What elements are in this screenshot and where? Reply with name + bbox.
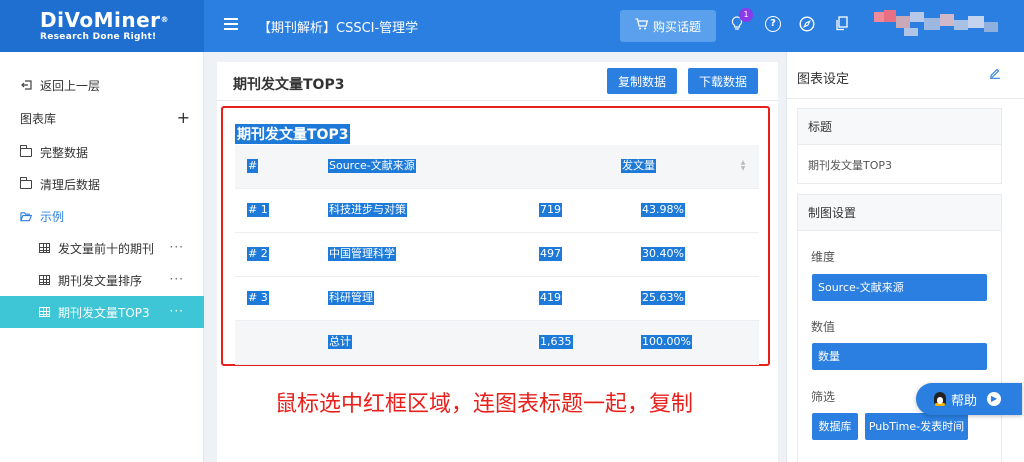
table-cell: 总计	[328, 335, 352, 349]
sidebar: 返回上一层 图表库 + 完整数据 清理后数据 示例 发文量前十的期刊 ··· 期…	[0, 52, 204, 462]
compass-icon[interactable]	[799, 16, 815, 32]
menu-toggle-icon[interactable]	[224, 18, 238, 30]
logo[interactable]: DiVoMiner® Research Done Right!	[0, 0, 204, 52]
sidebar-item-label: 发文量前十的期刊	[58, 241, 155, 256]
more-icon[interactable]: ···	[170, 272, 184, 286]
table-row: # 1 科技进步与对策 719 43.98%	[235, 189, 759, 233]
sort-icon[interactable]: ▲ ▼	[739, 160, 747, 172]
sidebar-chart-top10[interactable]: 发文量前十的期刊 ···	[0, 232, 204, 264]
annotation-note: 鼠标选中红框区域，连图表标题一起，复制	[275, 392, 694, 417]
arrow-right-icon: ▶	[987, 392, 1002, 406]
filter-chip-pubtime[interactable]: PubTime-发表时间	[865, 413, 968, 440]
divider	[217, 100, 778, 101]
title-section: 标题 期刊发文量TOP3	[797, 108, 1002, 184]
add-icon[interactable]: +	[177, 108, 190, 127]
table-cell: # 2	[247, 247, 269, 261]
sidebar-item-label: 期刊发文量TOP3	[58, 305, 150, 320]
title-section-header: 标题	[798, 109, 1001, 145]
table-header-cell[interactable]: 发文量	[621, 159, 656, 173]
folder-icon	[19, 145, 32, 158]
title-value[interactable]: 期刊发文量TOP3	[808, 157, 892, 173]
table-cell: 719	[539, 203, 562, 217]
table-cell: 科研管理	[328, 291, 374, 305]
more-icon[interactable]: ···	[170, 304, 184, 318]
top-bar: DiVoMiner® Research Done Right! 【期刊解析】CS…	[0, 0, 1024, 52]
table-cell: 科技进步与对策	[328, 203, 407, 217]
folder-icon	[19, 177, 32, 190]
settings-title: 图表设定	[797, 72, 850, 87]
table-cell: # 1	[247, 203, 269, 217]
sidebar-item-full-data[interactable]: 完整数据	[0, 136, 204, 168]
dimension-label: 维度	[811, 250, 836, 264]
copy-icon[interactable]	[834, 16, 850, 32]
buy-topic-button[interactable]: 购买话题	[620, 10, 716, 42]
table-header-cell: #	[247, 159, 259, 173]
sidebar-item-label: 清理后数据	[40, 177, 101, 192]
download-data-button[interactable]: 下载数据	[688, 68, 758, 94]
buy-topic-label: 购买话题	[652, 19, 701, 34]
more-icon[interactable]: ···	[170, 240, 184, 254]
table-cell: # 3	[247, 291, 269, 305]
help-label: 帮助	[951, 393, 978, 409]
table-cell: 1,635	[539, 335, 573, 349]
table-cell: 中国管理科学	[328, 247, 396, 261]
table-cell: 25.63%	[641, 291, 685, 305]
table-cell: 43.98%	[641, 203, 685, 217]
value-chip[interactable]: 数量	[812, 343, 987, 370]
sidebar-item-label: 示例	[40, 209, 65, 224]
sidebar-item-example[interactable]: 示例	[0, 200, 204, 232]
table-row: # 3 科研管理 419 25.63%	[235, 277, 759, 321]
copy-data-button[interactable]: 复制数据	[607, 68, 677, 94]
table-icon	[38, 306, 50, 318]
sidebar-chart-ranking[interactable]: 期刊发文量排序 ···	[0, 264, 204, 296]
divider	[787, 98, 1024, 99]
notification-badge: 1	[739, 8, 753, 22]
table-icon	[38, 242, 50, 254]
table-header-cell[interactable]: Source-文献来源	[328, 159, 416, 173]
user-avatar-blurred[interactable]	[874, 10, 1024, 40]
logo-tagline: Research Done Right!	[40, 32, 157, 42]
sidebar-item-label: 期刊发文量排序	[58, 273, 143, 288]
chart-panel-title: 期刊发文量TOP3	[233, 77, 345, 93]
cart-icon	[635, 18, 649, 34]
edit-icon[interactable]	[989, 67, 1001, 82]
page-title: 【期刊解析】CSSCI-管理学	[258, 21, 419, 36]
table-icon	[38, 274, 50, 286]
sidebar-item-cleaned-data[interactable]: 清理后数据	[0, 168, 204, 200]
dimension-chip[interactable]: Source-文献来源	[812, 274, 987, 301]
table-cell: 30.40%	[641, 247, 685, 261]
table-total-row: 总计 1,635 100.00%	[235, 321, 759, 365]
logo-text: DiVoMiner®	[40, 8, 170, 32]
back-label: 返回上一层	[40, 78, 101, 93]
penguin-icon	[934, 392, 946, 406]
chart-title: 期刊发文量TOP3	[235, 124, 351, 144]
back-arrow-icon	[20, 79, 32, 91]
value-label: 数值	[811, 320, 836, 334]
sidebar-item-label: 完整数据	[40, 145, 89, 160]
sidebar-chart-top3[interactable]: 期刊发文量TOP3 ···	[0, 296, 204, 328]
chart-settings-header: 制图设置	[798, 195, 1001, 231]
help-button[interactable]: 帮助 ▶	[916, 383, 1022, 415]
chart-library-header: 图表库 +	[0, 102, 204, 134]
table-cell: 419	[539, 291, 562, 305]
table-cell: 100.00%	[641, 335, 692, 349]
chart-library-label: 图表库	[20, 111, 57, 126]
filter-label: 筛选	[811, 390, 836, 404]
folder-open-icon	[20, 210, 32, 222]
filter-chip-database[interactable]: 数据库	[812, 413, 858, 440]
back-link[interactable]: 返回上一层	[0, 69, 204, 101]
table-row: # 2 中国管理科学 497 30.40%	[235, 233, 759, 277]
table-cell: 497	[539, 247, 562, 261]
selection-highlight-frame: 期刊发文量TOP3 # Source-文献来源 发文量 ▲ ▼ # 1 科技进步与…	[221, 106, 770, 366]
table-header-row: # Source-文献来源 发文量 ▲ ▼	[235, 145, 759, 189]
help-circle-icon[interactable]: ?	[765, 16, 781, 32]
